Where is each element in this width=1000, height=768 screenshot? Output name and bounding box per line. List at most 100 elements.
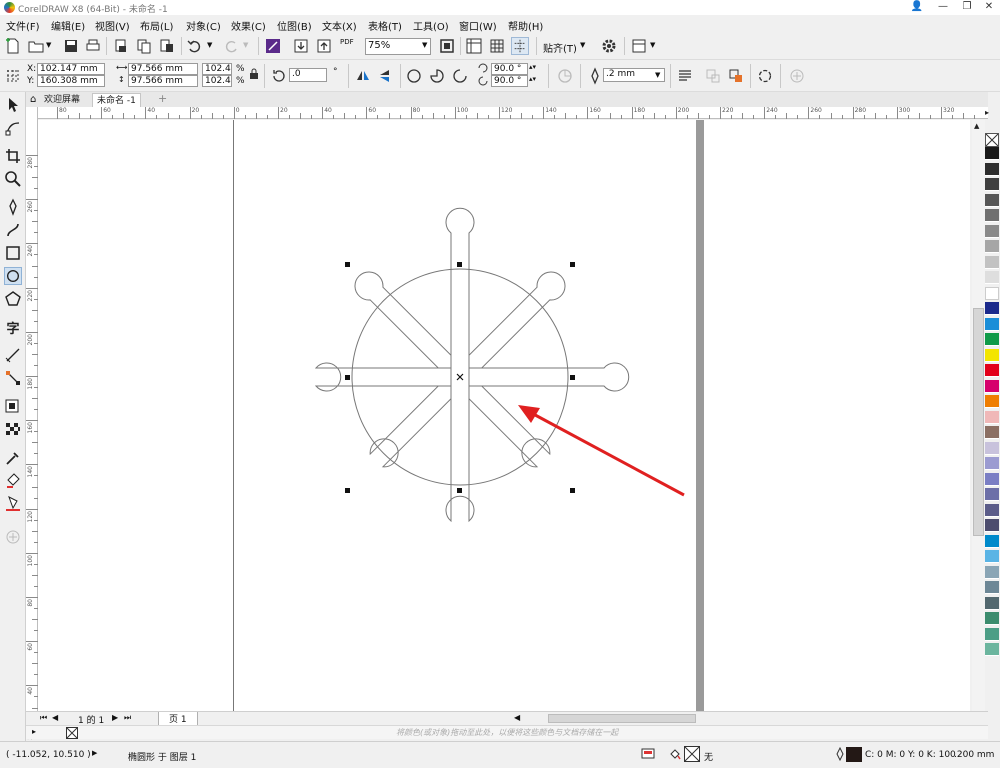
menu-layout[interactable]: 布局(L)	[140, 18, 173, 33]
page-tab-1[interactable]: 页 1	[158, 712, 198, 726]
menu-file[interactable]: 文件(F)	[6, 18, 40, 33]
eyedropper-tool-icon[interactable]	[4, 449, 22, 467]
scroll-up-icon[interactable]: ▲	[974, 122, 979, 130]
open-dropdown-icon[interactable]: ▼	[46, 41, 51, 49]
palette-swatch[interactable]	[985, 302, 999, 315]
redo-dropdown-icon[interactable]: ▼	[243, 41, 248, 49]
cut-icon[interactable]	[112, 37, 130, 55]
rotation-field[interactable]: .0	[289, 68, 327, 82]
palette-menu-icon[interactable]: ▸	[32, 727, 36, 736]
palette-swatch[interactable]	[985, 317, 999, 331]
last-page-icon[interactable]: ⏭	[124, 713, 131, 723]
palette-swatch[interactable]	[985, 348, 999, 362]
horizontal-scroll-thumb[interactable]	[548, 714, 696, 723]
redo-icon[interactable]	[222, 37, 240, 55]
ellipse-tool-icon[interactable]	[4, 267, 22, 285]
next-page-icon[interactable]: ▶	[112, 713, 118, 722]
menu-text[interactable]: 文本(X)	[322, 18, 357, 33]
convert-to-curves-icon[interactable]	[704, 67, 722, 85]
add-toolbar-item-icon[interactable]	[788, 67, 806, 85]
width-field[interactable]: 97.566 mm	[128, 63, 198, 75]
import-icon[interactable]	[292, 37, 310, 55]
palette-swatch[interactable]	[985, 224, 999, 238]
copy-icon[interactable]	[135, 37, 153, 55]
text-wrap-icon[interactable]	[676, 67, 694, 85]
minimize-button[interactable]: —	[930, 0, 956, 15]
palette-swatch[interactable]	[985, 596, 999, 610]
convert-object-icon[interactable]	[727, 67, 745, 85]
menu-help[interactable]: 帮助(H)	[508, 18, 543, 33]
show-guidelines-icon[interactable]	[511, 37, 529, 55]
palette-swatch[interactable]	[985, 395, 999, 408]
palette-swatch[interactable]	[985, 255, 999, 269]
text-tool-icon[interactable]: 字	[4, 318, 22, 337]
account-icon[interactable]: 👤	[904, 0, 930, 15]
connector-tool-icon[interactable]	[4, 369, 22, 387]
scroll-left-icon[interactable]: ◀	[514, 713, 520, 722]
new-document-icon[interactable]	[4, 37, 22, 55]
application-launcher-icon[interactable]	[630, 37, 648, 55]
palette-swatch[interactable]	[985, 286, 999, 300]
palette-swatch[interactable]	[985, 178, 999, 191]
full-screen-icon[interactable]	[438, 37, 456, 55]
palette-swatch[interactable]	[985, 240, 999, 253]
palette-options-icon[interactable]: ▸	[985, 107, 1000, 119]
scale-height-field[interactable]: 102.4	[202, 75, 232, 87]
interactive-fill-tool-icon[interactable]	[4, 472, 22, 490]
palette-swatch[interactable]	[985, 519, 999, 532]
color-proof-icon[interactable]	[641, 747, 655, 761]
palette-swatch[interactable]	[985, 364, 999, 377]
palette-swatch[interactable]	[985, 426, 999, 439]
quick-customize-icon[interactable]	[756, 67, 774, 85]
pick-tool-icon[interactable]	[4, 96, 22, 114]
vertical-scroll-thumb[interactable]	[973, 308, 984, 536]
vertical-scrollbar[interactable]: ▲	[972, 120, 985, 711]
menu-window[interactable]: 窗口(W)	[459, 18, 497, 33]
snap-to-button[interactable]: 贴齐(T)	[543, 40, 577, 55]
y-position-field[interactable]: 160.308 mm	[37, 75, 105, 87]
object-origin-icon[interactable]	[4, 67, 22, 85]
palette-swatch[interactable]	[985, 503, 999, 517]
export-icon[interactable]	[315, 37, 333, 55]
polygon-tool-icon[interactable]	[4, 290, 22, 308]
menu-bitmaps[interactable]: 位图(B)	[277, 18, 312, 33]
menu-effects[interactable]: 效果(C)	[231, 18, 266, 33]
add-tab-button[interactable]: +	[154, 93, 171, 107]
start-angle-spinner-icon[interactable]: ▴▾	[529, 63, 536, 71]
add-tool-icon[interactable]	[4, 528, 22, 546]
menu-table[interactable]: 表格(T)	[368, 18, 402, 33]
scale-width-field[interactable]: 102.4	[202, 63, 232, 75]
palette-swatch[interactable]	[985, 457, 999, 470]
menu-object[interactable]: 对象(C)	[186, 18, 221, 33]
save-icon[interactable]	[62, 37, 80, 55]
arc-mode-icon[interactable]	[451, 67, 469, 85]
menu-view[interactable]: 视图(V)	[95, 18, 130, 33]
open-folder-icon[interactable]	[27, 37, 45, 55]
palette-swatch[interactable]	[985, 565, 999, 579]
print-icon[interactable]	[84, 37, 102, 55]
prev-page-icon[interactable]: ◀	[52, 713, 58, 722]
tab-document[interactable]: 未命名 -1	[92, 93, 141, 107]
palette-swatch[interactable]	[985, 550, 999, 563]
palette-swatch[interactable]	[985, 627, 999, 641]
start-angle-field[interactable]: 90.0 °	[491, 63, 528, 75]
paste-icon[interactable]	[158, 37, 176, 55]
horizontal-ruler[interactable]: 80 60 40 20 0 20 40 60 80 100 120 140 160 180 200 220 24…	[36, 107, 988, 119]
parallel-dimension-tool-icon[interactable]	[4, 346, 22, 364]
palette-swatch[interactable]	[985, 410, 999, 424]
palette-swatch[interactable]	[985, 147, 999, 160]
palette-swatch[interactable]	[985, 209, 999, 222]
pie-mode-icon[interactable]	[428, 67, 446, 85]
tab-welcome-screen[interactable]: 欢迎屏幕	[40, 93, 84, 107]
smart-fill-tool-icon[interactable]	[4, 495, 22, 513]
crop-tool-icon[interactable]	[4, 147, 22, 165]
document-no-color-swatch[interactable]	[66, 727, 78, 739]
height-field[interactable]: 97.566 mm	[128, 75, 198, 87]
show-rulers-icon[interactable]	[465, 37, 483, 55]
palette-swatch[interactable]	[985, 472, 999, 486]
outline-width-dropdown-icon[interactable]: ▼	[655, 71, 660, 79]
menu-tools[interactable]: 工具(O)	[413, 18, 449, 33]
palette-swatch[interactable]	[985, 271, 999, 284]
end-angle-field[interactable]: 90.0 °	[491, 75, 528, 87]
first-page-icon[interactable]: ⏮	[40, 713, 47, 723]
